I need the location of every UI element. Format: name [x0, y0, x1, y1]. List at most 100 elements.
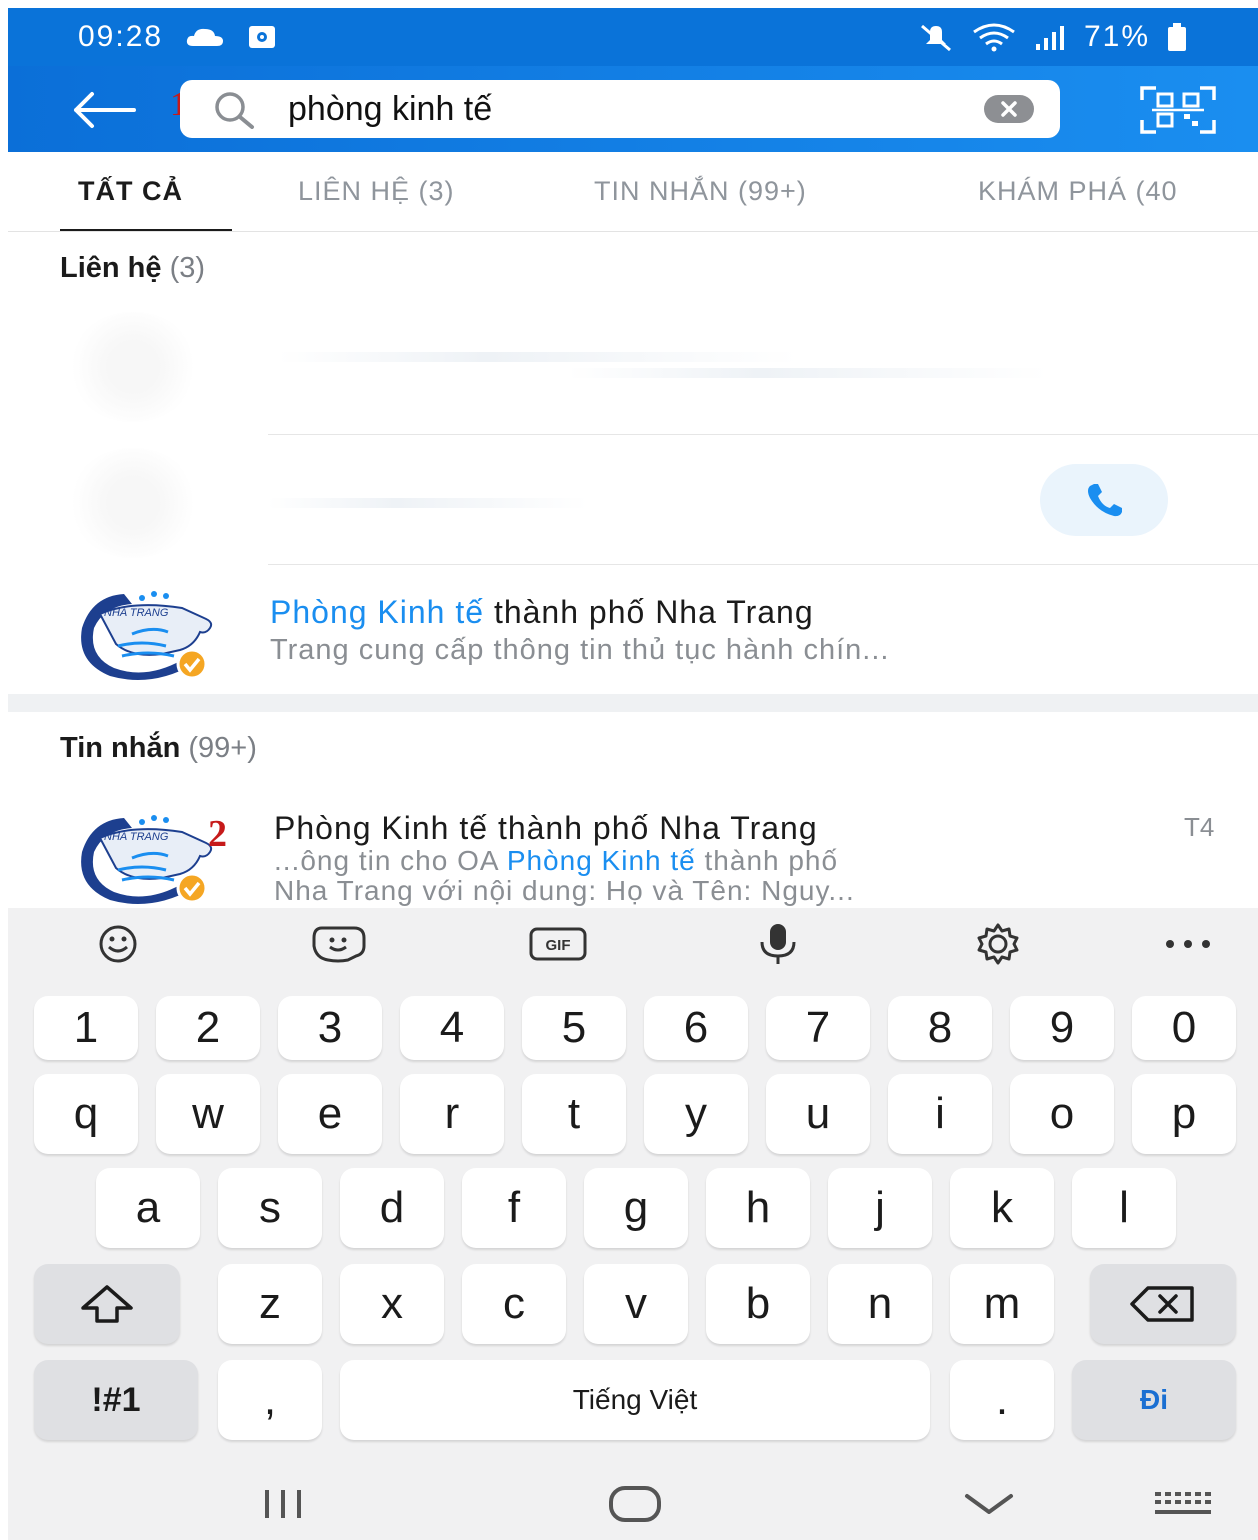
key-h[interactable]: h	[706, 1168, 810, 1248]
logo-text: NHA TRANG	[104, 607, 169, 619]
key-c[interactable]: c	[462, 1264, 566, 1344]
keyboard-toolbar: GIF	[8, 908, 1258, 980]
logo-text: NHA TRANG	[104, 831, 169, 843]
more-icon	[1166, 940, 1210, 948]
key-3[interactable]: 3	[278, 996, 382, 1060]
key-4[interactable]: 4	[400, 996, 504, 1060]
contacts-section-title: Liên hệ (3)	[60, 252, 206, 284]
backspace-icon	[1130, 1286, 1194, 1322]
key-g[interactable]: g	[584, 1168, 688, 1248]
clear-search-button[interactable]	[984, 95, 1034, 123]
symbols-key[interactable]: !#1	[34, 1360, 198, 1440]
redacted-text	[278, 352, 798, 362]
key-y[interactable]: y	[644, 1074, 748, 1154]
key-a[interactable]: a	[96, 1168, 200, 1248]
back-arrow-icon[interactable]	[68, 88, 138, 132]
search-input[interactable]	[288, 89, 948, 129]
key-comma[interactable]: ,	[218, 1360, 322, 1440]
key-l[interactable]: l	[1072, 1168, 1176, 1248]
more-options-button[interactable]	[1158, 922, 1222, 966]
search-icon	[215, 92, 254, 129]
sticker-button[interactable]	[306, 922, 370, 966]
key-i[interactable]: i	[888, 1074, 992, 1154]
gif-button[interactable]: GIF	[526, 922, 590, 966]
key-r[interactable]: r	[400, 1074, 504, 1154]
key-s[interactable]: s	[218, 1168, 322, 1248]
key-k[interactable]: k	[950, 1168, 1054, 1248]
key-u[interactable]: u	[766, 1074, 870, 1154]
key-7[interactable]: 7	[766, 996, 870, 1060]
tab-explore[interactable]: KHÁM PHÁ (40	[978, 176, 1178, 207]
key-f[interactable]: f	[462, 1168, 566, 1248]
backspace-key[interactable]	[1090, 1264, 1236, 1344]
cloud-icon	[186, 28, 224, 46]
home-button[interactable]	[600, 1484, 670, 1524]
qr-scan-icon[interactable]	[1134, 84, 1222, 136]
contact-name: Phòng Kinh tế thành phố Nha Trang	[270, 594, 814, 630]
emoji-icon	[99, 925, 137, 963]
key-q[interactable]: q	[34, 1074, 138, 1154]
home-icon	[609, 1486, 661, 1522]
avatar	[68, 312, 198, 422]
message-snippet-line1: ...ông tin cho OA Phòng Kinh tế thành ph…	[274, 845, 839, 876]
tab-bar: TẤT CẢ LIÊN HỆ (3) TIN NHẮN (99+) KHÁM P…	[8, 152, 1258, 232]
recent-apps-button[interactable]	[248, 1484, 318, 1524]
key-6[interactable]: 6	[644, 996, 748, 1060]
wifi-icon	[973, 23, 1015, 52]
annotation-marker-2: 2	[208, 813, 227, 855]
search-box[interactable]	[180, 80, 1060, 138]
svg-text:GIF: GIF	[546, 937, 571, 954]
message-result-row[interactable]: NHA TRANG 2 Phòng Kinh tế thành phố Nha …	[8, 790, 1258, 908]
key-e[interactable]: e	[278, 1074, 382, 1154]
key-w[interactable]: w	[156, 1074, 260, 1154]
contact-description: Trang cung cấp thông tin thủ tục hành ch…	[270, 634, 890, 666]
key-j[interactable]: j	[828, 1168, 932, 1248]
key-d[interactable]: d	[340, 1168, 444, 1248]
emoji-button[interactable]	[86, 922, 150, 966]
key-2[interactable]: 2	[156, 996, 260, 1060]
contact-row-redacted[interactable]	[8, 300, 1258, 434]
switch-keyboard-button[interactable]	[1148, 1484, 1218, 1524]
key-5[interactable]: 5	[522, 996, 626, 1060]
status-bar: 09:28 71%	[8, 8, 1258, 66]
gif-icon: GIF	[529, 927, 587, 961]
key-b[interactable]: b	[706, 1264, 810, 1344]
key-m[interactable]: m	[950, 1264, 1054, 1344]
nha-trang-logo: NHA TRANG	[81, 591, 213, 680]
key-t[interactable]: t	[522, 1074, 626, 1154]
contact-result-row[interactable]: NHA TRANG Phòng Kinh tế thành phố Nha Tr…	[8, 566, 1258, 694]
tab-all[interactable]: TẤT CẢ	[78, 176, 183, 207]
space-key[interactable]: Tiếng Việt	[340, 1360, 930, 1440]
mute-icon	[920, 24, 951, 52]
divider	[268, 434, 1258, 435]
call-button[interactable]	[1040, 464, 1168, 536]
shift-icon	[81, 1285, 133, 1323]
search-header: 1	[8, 66, 1258, 152]
key-x[interactable]: x	[340, 1264, 444, 1344]
messages-section-title: Tin nhắn (99+)	[60, 732, 257, 764]
section-separator	[8, 694, 1258, 712]
message-time: T4	[1184, 812, 1215, 842]
key-9[interactable]: 9	[1010, 996, 1114, 1060]
key-0[interactable]: 0	[1132, 996, 1236, 1060]
key-o[interactable]: o	[1010, 1074, 1114, 1154]
key-v[interactable]: v	[584, 1264, 688, 1344]
shift-key[interactable]	[34, 1264, 180, 1344]
go-key[interactable]: Đi	[1072, 1360, 1236, 1440]
key-n[interactable]: n	[828, 1264, 932, 1344]
voice-input-button[interactable]	[746, 922, 810, 966]
message-sender-name: Phòng Kinh tế thành phố Nha Trang	[274, 810, 818, 846]
active-tab-indicator	[60, 229, 232, 231]
key-8[interactable]: 8	[888, 996, 992, 1060]
key-1[interactable]: 1	[34, 996, 138, 1060]
keyboard-settings-button[interactable]	[966, 922, 1030, 966]
tab-contacts[interactable]: LIÊN HỆ (3)	[298, 176, 455, 207]
hide-keyboard-button[interactable]	[954, 1484, 1024, 1524]
key-z[interactable]: z	[218, 1264, 322, 1344]
tab-messages[interactable]: TIN NHẮN (99+)	[594, 176, 807, 207]
sticker-icon	[312, 926, 366, 963]
battery-icon	[1168, 23, 1186, 51]
key-period[interactable]: .	[950, 1360, 1054, 1440]
key-p[interactable]: p	[1132, 1074, 1236, 1154]
avatar	[68, 448, 198, 558]
